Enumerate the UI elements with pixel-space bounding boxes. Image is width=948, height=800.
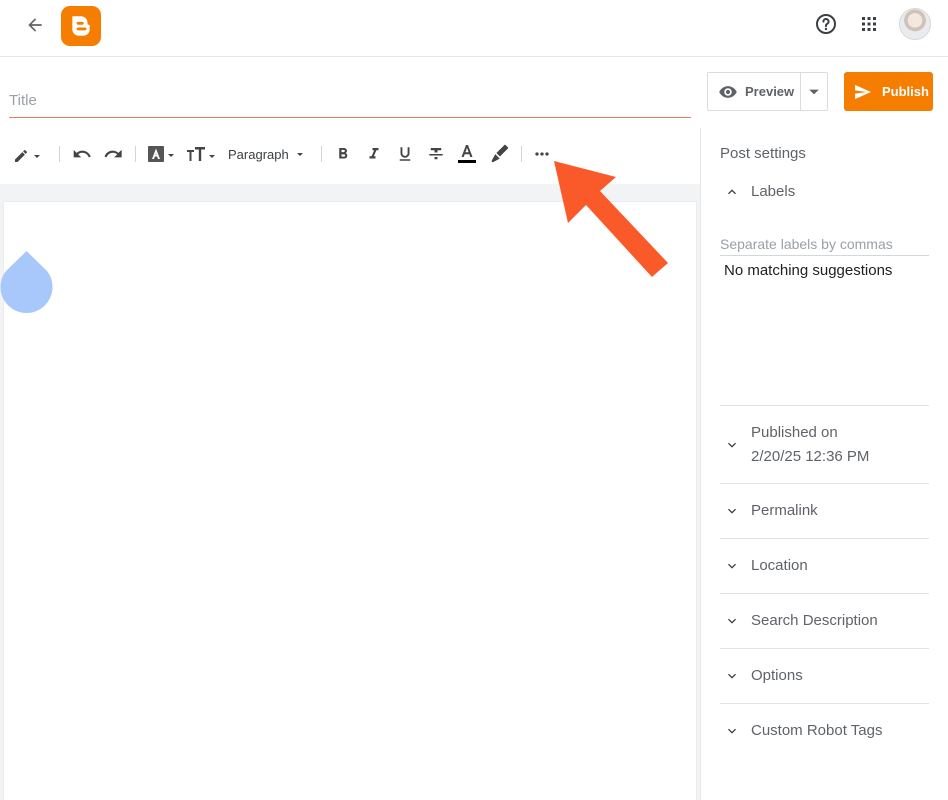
redo-button[interactable] bbox=[101, 142, 125, 166]
highlight-color-button[interactable] bbox=[487, 142, 511, 166]
custom-robot-tags-section-header[interactable]: Custom Robot Tags bbox=[720, 719, 929, 743]
section-divider bbox=[720, 405, 929, 406]
preview-button[interactable]: Preview bbox=[707, 72, 801, 111]
text-color-button[interactable] bbox=[455, 142, 479, 166]
redo-icon bbox=[104, 149, 122, 158]
arrow-left-icon bbox=[28, 18, 42, 32]
labels-input[interactable] bbox=[720, 233, 929, 256]
publish-button[interactable]: Publish bbox=[844, 72, 933, 111]
location-label: Location bbox=[751, 557, 808, 574]
underline-icon bbox=[399, 147, 411, 161]
apps-button[interactable] bbox=[857, 12, 881, 36]
permalink-label: Permalink bbox=[751, 502, 818, 519]
cursor-drop-handle[interactable] bbox=[0, 251, 53, 313]
toolbar-divider bbox=[135, 146, 136, 162]
text-color-icon bbox=[458, 145, 476, 163]
undo-button[interactable] bbox=[70, 142, 94, 166]
pencil-icon bbox=[15, 150, 40, 162]
published-on-label: Published on bbox=[751, 424, 838, 441]
section-divider bbox=[720, 538, 929, 539]
options-section-header[interactable]: Options bbox=[720, 664, 929, 688]
post-title-input[interactable] bbox=[9, 88, 691, 118]
eye-icon bbox=[719, 85, 737, 98]
bold-button[interactable] bbox=[332, 142, 354, 166]
labels-section-label: Labels bbox=[751, 183, 796, 200]
undo-icon bbox=[73, 149, 91, 158]
chevron-down-icon bbox=[728, 673, 736, 679]
chevron-down-icon bbox=[728, 563, 736, 569]
search-description-label: Search Description bbox=[751, 612, 878, 629]
search-description-section-header[interactable]: Search Description bbox=[720, 609, 929, 633]
preview-label: Preview bbox=[745, 84, 795, 99]
editor-toolbar: Paragraph bbox=[0, 128, 700, 184]
sidebar-divider bbox=[700, 128, 701, 800]
labels-section-header[interactable]: Labels bbox=[720, 180, 929, 204]
caret-down-icon bbox=[809, 89, 819, 94]
help-button[interactable] bbox=[814, 12, 838, 36]
font-size-icon bbox=[187, 147, 215, 161]
post-body-editor[interactable] bbox=[4, 202, 696, 800]
strikethrough-button[interactable] bbox=[425, 142, 447, 166]
permalink-section-header[interactable]: Permalink bbox=[720, 499, 929, 523]
section-divider bbox=[720, 593, 929, 594]
italic-button[interactable] bbox=[363, 142, 385, 166]
chevron-down-icon bbox=[728, 728, 736, 734]
help-circle-icon bbox=[816, 14, 836, 34]
paragraph-style-dropdown[interactable]: Paragraph bbox=[228, 142, 310, 166]
back-button[interactable] bbox=[22, 12, 48, 38]
chevron-up-icon bbox=[728, 189, 736, 195]
user-avatar[interactable] bbox=[899, 8, 931, 40]
underline-button[interactable] bbox=[394, 142, 416, 166]
custom-robot-tags-label: Custom Robot Tags bbox=[751, 722, 883, 739]
apps-grid-icon bbox=[862, 17, 876, 31]
toolbar-divider bbox=[321, 146, 322, 162]
chevron-down-icon bbox=[728, 618, 736, 624]
more-options-button[interactable] bbox=[530, 142, 554, 166]
preview-dropdown-button[interactable] bbox=[801, 72, 828, 111]
published-on-section-header[interactable]: Published on 2/20/25 12:36 PM bbox=[720, 421, 929, 469]
text-color-box-icon bbox=[148, 146, 174, 162]
send-icon bbox=[855, 84, 871, 99]
top-bar bbox=[0, 0, 948, 57]
highlighter-icon bbox=[491, 144, 509, 163]
section-divider bbox=[720, 703, 929, 704]
font-size-button[interactable] bbox=[185, 142, 217, 166]
more-options-icon bbox=[535, 152, 549, 156]
paragraph-label: Paragraph bbox=[228, 146, 289, 162]
preview-button-group: Preview bbox=[707, 72, 828, 111]
bold-icon bbox=[339, 148, 348, 159]
section-divider bbox=[720, 648, 929, 649]
caret-down-icon bbox=[296, 153, 303, 156]
blogger-logo-icon[interactable] bbox=[61, 6, 101, 46]
post-settings-title: Post settings bbox=[720, 145, 806, 162]
compose-mode-button[interactable] bbox=[10, 142, 44, 166]
italic-icon bbox=[369, 148, 379, 159]
publish-label: Publish bbox=[882, 84, 929, 99]
options-label: Options bbox=[751, 667, 803, 684]
labels-suggestion-text: No matching suggestions bbox=[724, 262, 893, 279]
text-style-button[interactable] bbox=[145, 142, 177, 166]
chevron-down-icon bbox=[728, 442, 736, 448]
section-divider bbox=[720, 483, 929, 484]
published-on-value: 2/20/25 12:36 PM bbox=[751, 448, 870, 465]
toolbar-divider bbox=[521, 146, 522, 162]
toolbar-divider bbox=[59, 146, 60, 162]
chevron-down-icon bbox=[728, 508, 736, 514]
strikethrough-icon bbox=[429, 148, 443, 160]
location-section-header[interactable]: Location bbox=[720, 554, 929, 578]
